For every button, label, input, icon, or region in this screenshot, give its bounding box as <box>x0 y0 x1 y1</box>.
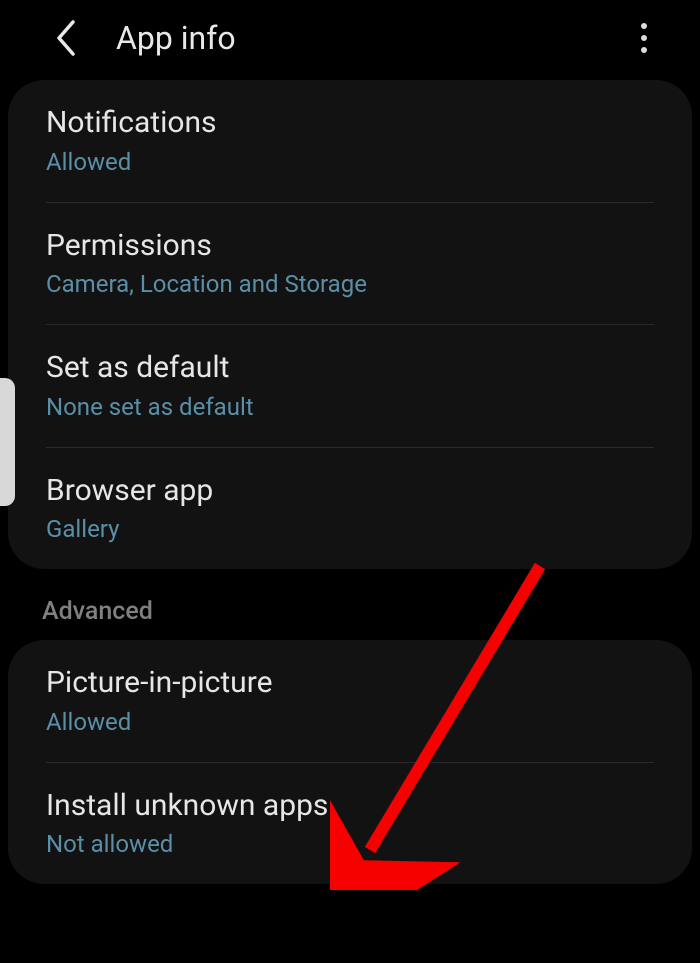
section-header-advanced: Advanced <box>0 569 700 640</box>
row-install-unknown-apps[interactable]: Install unknown apps Not allowed <box>8 763 692 885</box>
back-chevron-icon <box>54 18 78 58</box>
more-vertical-icon <box>641 23 647 53</box>
row-label: Picture-in-picture <box>46 664 654 702</box>
row-label: Browser app <box>46 472 654 510</box>
row-subtext: Allowed <box>46 148 654 176</box>
row-label: Install unknown apps <box>46 787 654 825</box>
row-browser-app[interactable]: Browser app Gallery <box>8 448 692 570</box>
row-subtext: Allowed <box>46 708 654 736</box>
row-label: Set as default <box>46 349 654 387</box>
row-picture-in-picture[interactable]: Picture-in-picture Allowed <box>8 640 692 762</box>
settings-card-main: Notifications Allowed Permissions Camera… <box>8 80 692 569</box>
row-subtext: Gallery <box>46 515 654 543</box>
row-set-as-default[interactable]: Set as default None set as default <box>8 325 692 447</box>
back-button[interactable] <box>44 16 88 60</box>
settings-card-advanced: Picture-in-picture Allowed Install unkno… <box>8 640 692 884</box>
scroll-handle[interactable] <box>0 378 15 506</box>
more-options-button[interactable] <box>624 18 664 58</box>
row-subtext: None set as default <box>46 393 654 421</box>
row-notifications[interactable]: Notifications Allowed <box>8 80 692 202</box>
row-permissions[interactable]: Permissions Camera, Location and Storage <box>8 203 692 325</box>
row-label: Notifications <box>46 104 654 142</box>
page-title: App info <box>116 19 236 57</box>
row-label: Permissions <box>46 227 654 265</box>
row-subtext: Camera, Location and Storage <box>46 270 654 298</box>
app-bar: App info <box>0 0 700 80</box>
row-subtext: Not allowed <box>46 830 654 858</box>
